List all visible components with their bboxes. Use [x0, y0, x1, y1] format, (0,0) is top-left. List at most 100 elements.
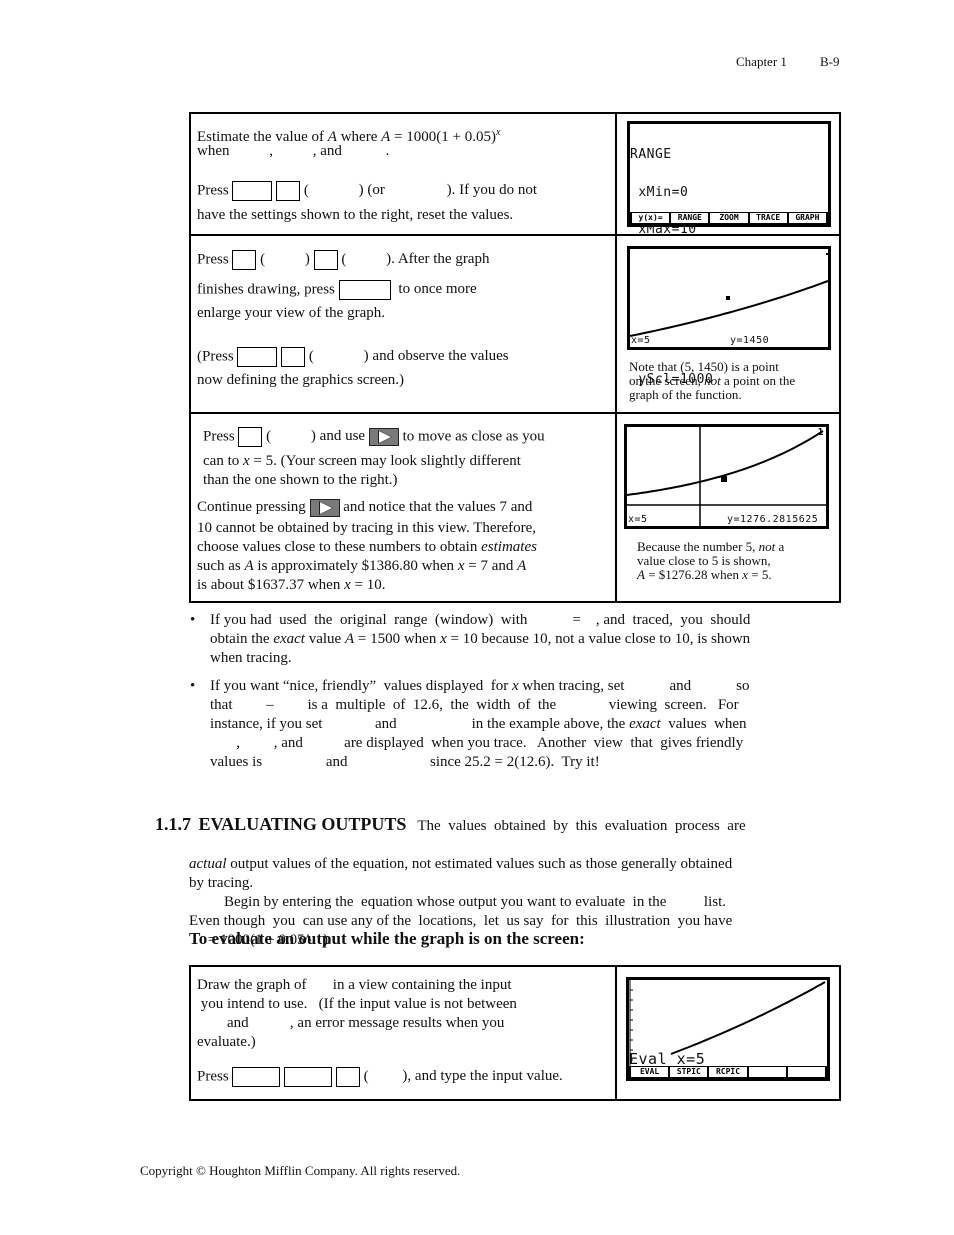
var-x: x — [440, 631, 447, 647]
text: exact — [629, 716, 661, 732]
text: not — [704, 373, 721, 388]
menu-graph: GRAPH — [788, 213, 827, 223]
screenshot-cell-3: 1 x=5 y=1276.2815625 Because the number … — [617, 414, 839, 603]
text: = $1276.28 when — [644, 567, 743, 582]
text: = 10. — [350, 577, 386, 593]
section-title: EVALUATING OUTPUTS — [198, 814, 407, 834]
text: finishes drawing, press — [197, 281, 335, 298]
screenshot-cell-2: x=5 y=1450 Note that (5, 1450) is a poin… — [617, 236, 839, 412]
text: Because the number 5, — [637, 539, 759, 554]
section-1-1-7: 1.1.7 EVALUATING OUTPUTS The values obta… — [140, 796, 842, 950]
text: , — [269, 143, 273, 159]
menu-yx: y(x)= — [632, 213, 670, 223]
range-xmin: xMin=0 — [630, 184, 689, 200]
text: is about $1637.37 when — [197, 577, 345, 593]
bullet-symbol: • — [190, 612, 196, 628]
y-readout: y=1450 — [730, 334, 770, 346]
text: evaluate.) — [197, 1034, 256, 1050]
text: have the settings shown to the right, re… — [197, 207, 514, 223]
range-title: RANGE — [630, 148, 714, 162]
exponent: x — [495, 127, 501, 138]
text: = 10 because 10, not a value close to 10… — [446, 631, 751, 647]
graph-plot — [630, 253, 828, 337]
menu-rcpic: RCPIC — [709, 1067, 747, 1077]
text: = 5. — [747, 567, 772, 582]
instruction-text-1: Estimate the value of A where A = 1000(1… — [191, 114, 617, 234]
y-readout: y=1276.2815625 — [727, 513, 819, 525]
bullet-symbol: • — [190, 678, 196, 694]
text: that – is a multiple of 12.6, the width … — [210, 697, 739, 713]
bullet-item: • If you had used the original range (wi… — [190, 611, 842, 668]
pixel-mark — [826, 253, 828, 255]
text: = 1500 when — [354, 631, 441, 647]
calculator-key — [335, 1067, 360, 1087]
text: ) and use — [310, 428, 366, 445]
calculator-key — [232, 250, 257, 270]
var-x: x — [511, 678, 519, 694]
menu-stpic: STPIC — [670, 1067, 708, 1077]
text: can to — [203, 453, 243, 469]
text: ) (or — [358, 182, 385, 199]
calculator-menu-bar: y(x)= RANGE ZOOM TRACE GRAPH — [630, 212, 828, 224]
text: ( — [341, 251, 347, 268]
text: estimates — [481, 539, 537, 555]
chapter-label: Chapter 1 — [736, 54, 787, 69]
text: a — [775, 539, 785, 554]
instruction-row-1: Estimate the value of A where A = 1000(1… — [191, 114, 839, 386]
calculator-key — [281, 347, 306, 367]
text: ). If you do not — [446, 182, 538, 199]
var-a: A — [244, 558, 254, 574]
right-arrow-key-icon — [368, 428, 399, 446]
function-curve — [670, 981, 826, 1055]
x-readout: x=5 — [628, 513, 648, 525]
text: is approximately $1386.80 when — [253, 558, 458, 574]
calculator-key — [338, 280, 391, 300]
text: ) and observe the values — [363, 348, 509, 365]
screenshot-cell-1: RANGE xMin=0 xMax=10 xScl=10 yMin=900 yM… — [617, 114, 839, 386]
menu-empty — [787, 1067, 826, 1077]
var-x: x — [344, 577, 351, 593]
instruction-text-4: Draw the graph of in a view containing t… — [191, 967, 617, 1099]
cursor-point — [726, 296, 730, 300]
text: Press — [197, 1068, 229, 1085]
text: Press — [203, 428, 235, 445]
calculator-key — [238, 427, 263, 447]
function-curve — [630, 280, 828, 337]
var-x: x — [242, 453, 250, 469]
instruction-row-2: Press ( ) ( ). After the graph finishes … — [191, 234, 839, 412]
text: to once more — [398, 281, 477, 298]
menu-eval: EVAL — [631, 1067, 669, 1077]
text: enlarge your view of the graph. — [197, 305, 385, 321]
text: ( — [260, 251, 266, 268]
calculator-screen-eval: Eval x=5 EVAL STPIC RCPIC — [626, 977, 830, 1081]
graph-plot — [627, 427, 826, 526]
text: to move as close as you — [402, 428, 545, 445]
menu-range: RANGE — [671, 213, 709, 223]
calculator-key — [313, 250, 338, 270]
text: values when — [660, 716, 747, 732]
text: choose values close to these numbers to … — [197, 539, 482, 555]
text: not — [758, 539, 776, 554]
graph-index: 1 — [817, 427, 824, 438]
text: such as — [197, 558, 245, 574]
trace-cursor — [721, 476, 727, 482]
section-number: 1.1.7 — [155, 814, 191, 834]
text: = 5. (Your screen may look slightly diff… — [249, 453, 521, 469]
screenshot-cell-4: Eval x=5 EVAL STPIC RCPIC — [617, 967, 839, 1099]
page-number: B-9 — [820, 54, 840, 69]
var-a: A — [517, 558, 527, 574]
text: ( — [363, 1068, 369, 1085]
caption-line: value close to 5 is shown, — [637, 553, 771, 568]
function-curve — [627, 430, 824, 496]
instruction-row-4: Draw the graph of in a view containing t… — [191, 967, 839, 1099]
text: Continue pressing — [197, 499, 306, 515]
instruction-table-2: Draw the graph of in a view containing t… — [189, 965, 841, 1101]
text: ( — [266, 428, 272, 445]
text: and notice that the values 7 and — [343, 499, 533, 515]
text: value — [304, 631, 345, 647]
instruction-text-2: Press ( ) ( ). After the graph finishes … — [191, 236, 617, 412]
bullet-item: • If you want “nice, friendly” values di… — [190, 677, 842, 772]
text: 10 cannot be obtained by tracing in this… — [197, 520, 537, 536]
menu-empty — [748, 1067, 786, 1077]
text: when tracing, set and so — [518, 678, 750, 694]
